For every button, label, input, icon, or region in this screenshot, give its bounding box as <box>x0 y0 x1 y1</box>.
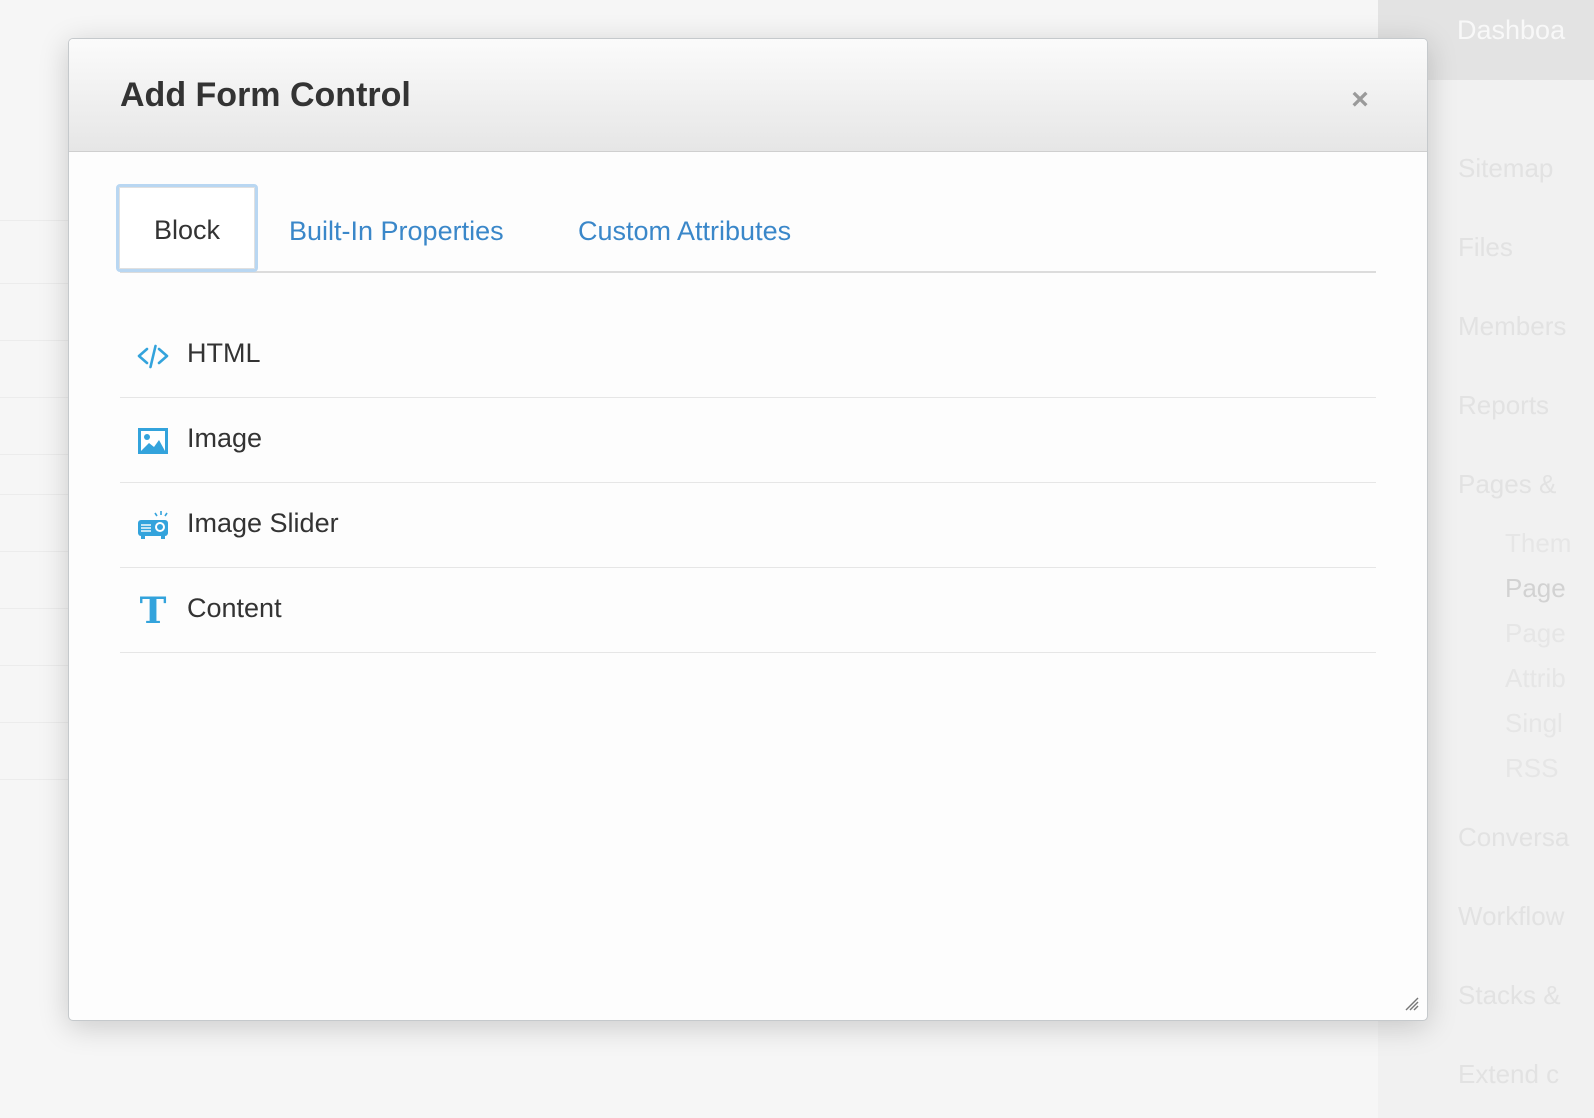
sidebar-subitem-rss: RSS <box>1505 753 1559 783</box>
background-row-divider <box>0 608 70 609</box>
image-icon <box>136 424 170 458</box>
background-row-divider <box>0 454 70 455</box>
close-button[interactable]: × <box>1343 83 1377 117</box>
add-form-control-dialog: Add Form Control × Block Built-In Proper… <box>68 38 1428 1021</box>
sidebar-subitem-pages: Page <box>1505 573 1566 603</box>
background-row-divider <box>0 779 70 780</box>
list-item-label: Image Slider <box>187 508 339 538</box>
block-type-list: HTML Image Image Slider T Content <box>120 313 1376 653</box>
list-item-image-slider[interactable]: Image Slider <box>120 483 1376 568</box>
tab-bar: Block Built-In Properties Custom Attribu… <box>116 184 1376 273</box>
list-item-image[interactable]: Image <box>120 398 1376 483</box>
sidebar-subitem-single-pages: Singl <box>1505 708 1563 738</box>
background-row-divider <box>0 551 70 552</box>
background-row-divider <box>0 665 70 666</box>
sidebar-item-members: Members <box>1458 311 1567 341</box>
tab-built-in-properties[interactable]: Built-In Properties <box>289 186 504 271</box>
projector-icon <box>136 509 170 543</box>
background-row-divider <box>0 220 70 221</box>
sidebar-item-stacks: Stacks & <box>1458 980 1561 1010</box>
dialog-title: Add Form Control <box>120 76 411 114</box>
sidebar-item-extend: Extend c <box>1458 1059 1560 1089</box>
tab-custom-attributes[interactable]: Custom Attributes <box>578 186 791 271</box>
sidebar-item-sitemap: Sitemap <box>1458 153 1554 183</box>
sidebar-subitem-attributes: Attrib <box>1505 663 1566 693</box>
list-item-content[interactable]: T Content <box>120 568 1376 653</box>
background-row-divider <box>0 283 70 284</box>
sidebar-item-files: Files <box>1458 232 1513 262</box>
background-row-divider <box>0 397 70 398</box>
dialog-header: Add Form Control × <box>69 39 1427 152</box>
sidebar-item-reports: Reports <box>1458 390 1550 420</box>
sidebar-item-pages: Pages & <box>1458 469 1557 499</box>
sidebar-item-conversations: Conversa <box>1458 822 1570 852</box>
tab-block[interactable]: Block <box>116 184 258 272</box>
code-icon <box>136 339 170 373</box>
list-item-label: Image <box>187 423 263 453</box>
sidebar-item-workflow: Workflow <box>1458 901 1565 931</box>
list-item-html[interactable]: HTML <box>120 313 1376 398</box>
list-item-label: Content <box>187 593 282 623</box>
sidebar-subitem-page-types: Page <box>1505 618 1566 648</box>
background-row-divider <box>0 340 70 341</box>
background-row-divider <box>0 722 70 723</box>
list-item-label: HTML <box>187 338 261 368</box>
dashboard-link: Dashboa <box>1457 15 1566 45</box>
background-row-divider <box>0 494 70 495</box>
resize-handle-icon[interactable] <box>1403 995 1419 1011</box>
text-t-icon: T <box>139 590 167 632</box>
sidebar-subitem-themes: Them <box>1505 528 1572 558</box>
